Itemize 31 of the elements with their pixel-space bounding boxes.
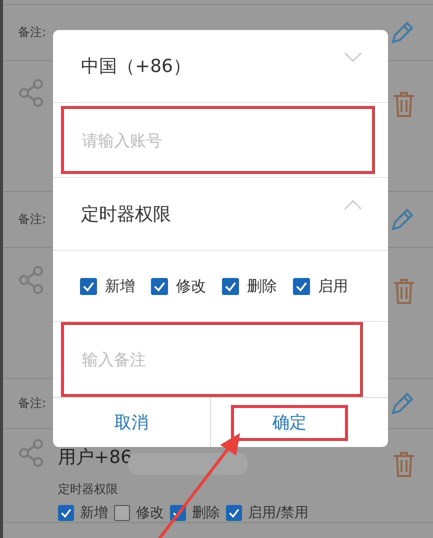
permission-checkbox[interactable]: 修改 [114, 504, 164, 522]
cancel-button[interactable]: 取消 [86, 405, 176, 440]
note-field[interactable]: 输入备注 [61, 322, 363, 397]
permission-checkbox[interactable]: 修改 [151, 276, 206, 296]
check-icon [227, 506, 241, 520]
trash-icon[interactable] [393, 451, 415, 477]
chevron-down-icon[interactable] [344, 52, 362, 62]
pencil-icon[interactable] [389, 390, 415, 416]
permission-checkbox[interactable]: 启用 [293, 276, 348, 296]
share-icon[interactable] [18, 439, 44, 467]
trash-icon[interactable] [393, 91, 415, 117]
trash-icon[interactable] [393, 278, 415, 304]
permission-checkbox[interactable]: 新增 [58, 504, 108, 522]
chevron-icon[interactable] [344, 200, 362, 210]
share-icon[interactable] [18, 266, 44, 294]
permission-checkbox[interactable]: 新增 [80, 276, 135, 296]
note-label: 备注: [18, 211, 46, 228]
permission-checkbox[interactable]: 删除 [222, 276, 277, 296]
note-label: 备注: [18, 395, 46, 412]
share-icon[interactable] [18, 79, 44, 107]
check-icon [59, 506, 73, 520]
permission-checkbox[interactable]: 启用/禁用 [226, 504, 309, 522]
permission-header[interactable]: 定时器权限 [81, 202, 171, 226]
permission-title: 定时器权限 [58, 481, 119, 498]
pencil-icon[interactable] [389, 206, 415, 232]
country-select[interactable]: 中国（+86） [81, 54, 191, 78]
note-label: 备注: [18, 24, 46, 41]
account-field[interactable]: 请输入账号 [61, 106, 375, 174]
confirm-button[interactable]: 确定 [231, 404, 348, 440]
permission-checkbox[interactable]: 删除 [170, 504, 220, 522]
pencil-icon[interactable] [389, 20, 415, 46]
